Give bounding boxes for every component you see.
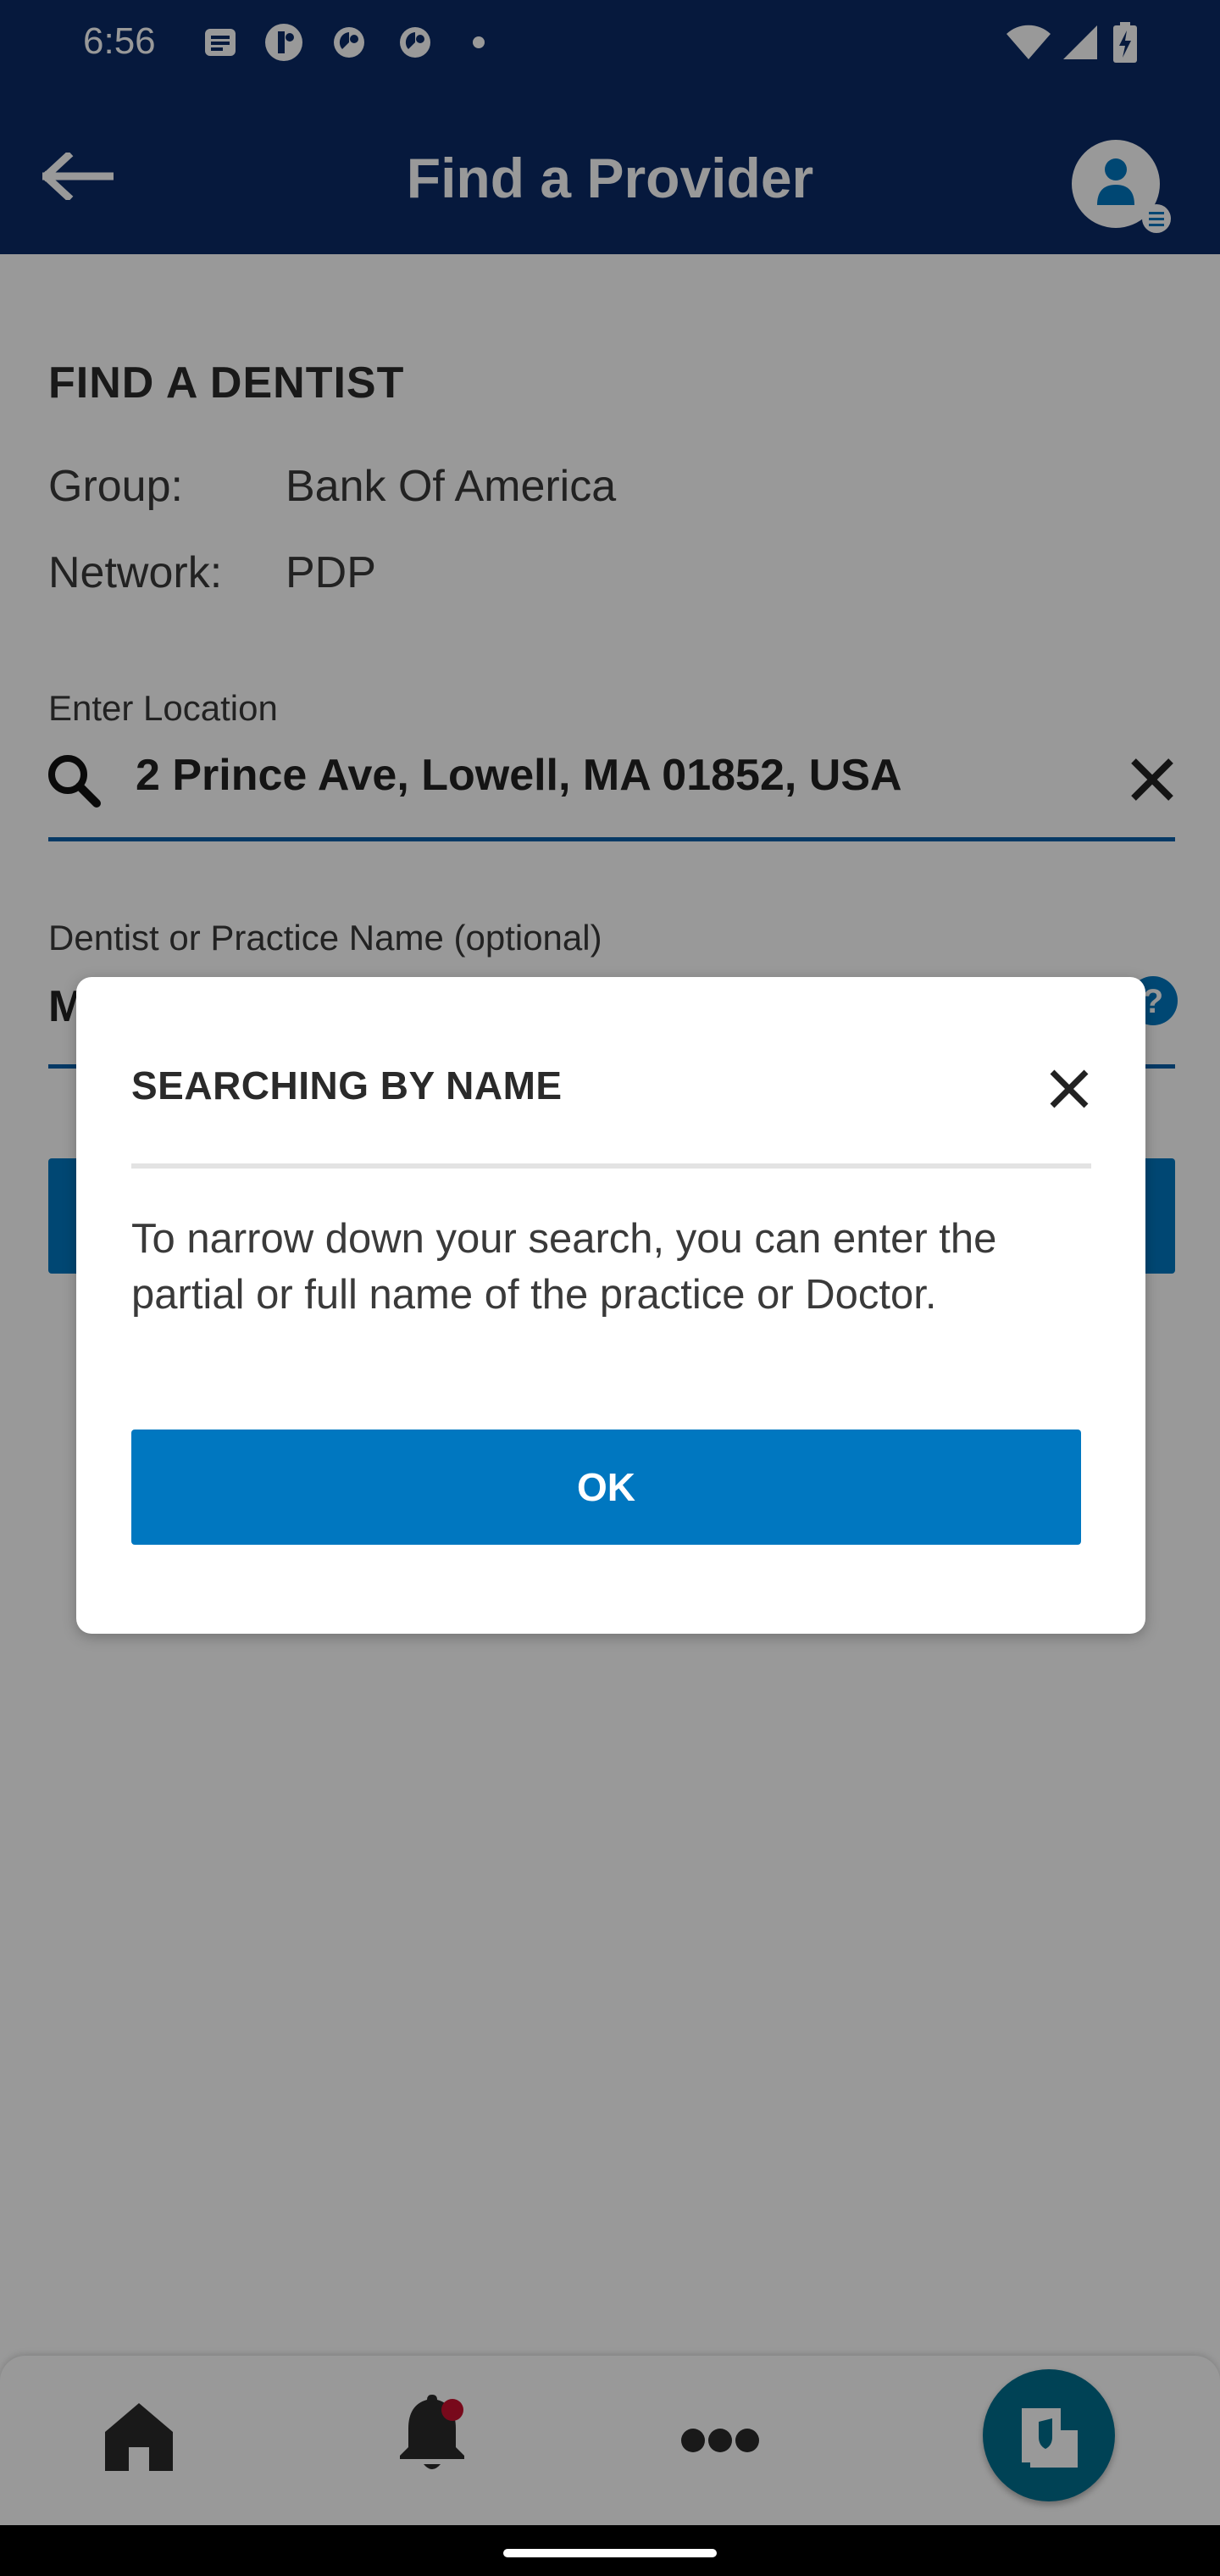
- ok-button[interactable]: OK: [131, 1430, 1081, 1545]
- dialog-close-button[interactable]: [1042, 1062, 1096, 1116]
- dialog-title: SEARCHING BY NAME: [131, 1063, 563, 1108]
- dialog-divider: [131, 1163, 1091, 1169]
- dialog-body: To narrow down your search, you can ente…: [131, 1216, 997, 1318]
- home-indicator[interactable]: [503, 2549, 717, 2557]
- searching-by-name-dialog: SEARCHING BY NAME To narrow down your se…: [76, 977, 1145, 1634]
- close-icon: [1050, 1069, 1089, 1108]
